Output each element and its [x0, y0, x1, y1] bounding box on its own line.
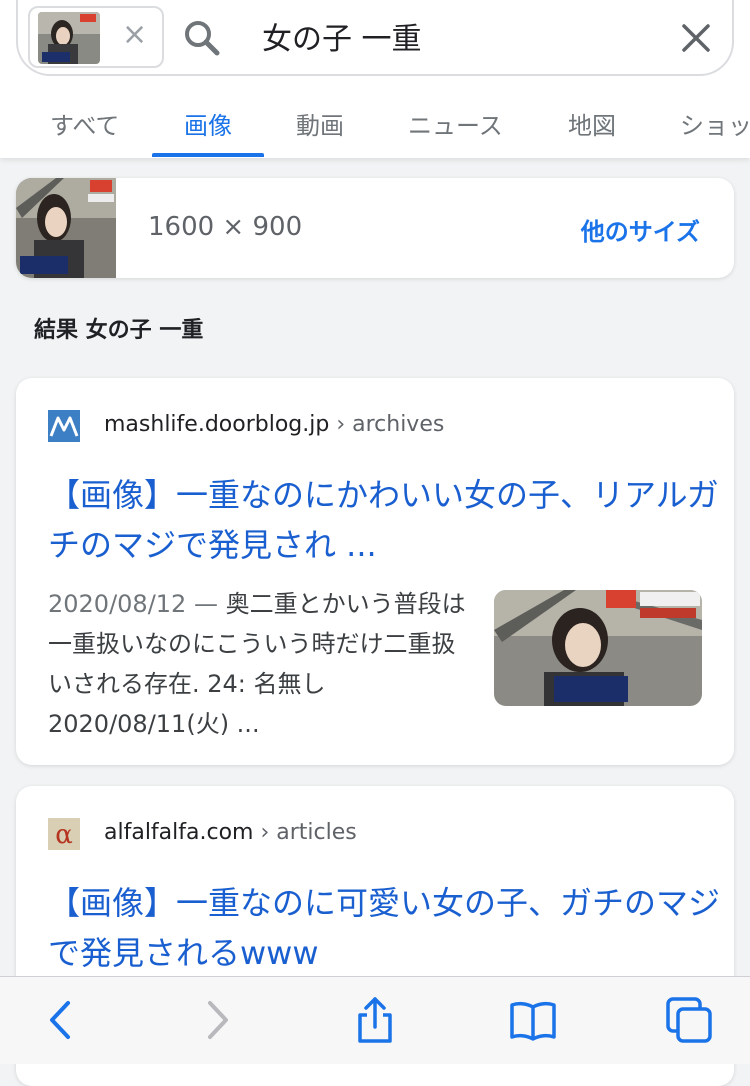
tab-all[interactable]: すべて [50, 106, 119, 141]
tab-videos[interactable]: 動画 [296, 106, 344, 141]
search-tabs: すべて 画像 動画 ニュース 地図 ショッ [0, 96, 750, 158]
result-date: 2020/08/12 [48, 590, 187, 618]
result-title-link[interactable]: 【画像】一重なのにかわいい女の子、リアルガチのマジで発見され ... [48, 470, 720, 570]
favicon-letter: α [55, 820, 73, 850]
result-thumbnail-art [494, 590, 702, 706]
clear-search-icon[interactable] [678, 20, 714, 56]
result-title-link[interactable]: 【画像】一重なのに可愛い女の子、ガチのマジで発見されるwww [48, 878, 720, 978]
source-image-art [16, 178, 116, 278]
result-domain: mashlife.doorblog.jp [104, 412, 330, 437]
forward-icon[interactable] [192, 995, 242, 1045]
remove-image-icon[interactable]: × [122, 20, 147, 50]
image-dimensions: 1600 × 900 [148, 212, 303, 242]
image-query-chip[interactable]: × [28, 6, 164, 68]
result-card[interactable]: mashlife.doorblog.jp › archives 【画像】一重なの… [16, 378, 734, 765]
active-tab-indicator [152, 153, 264, 157]
result-site[interactable]: alfalfalfa.com › articles [104, 820, 357, 845]
snippet-separator: — [186, 590, 226, 618]
result-domain: alfalfalfa.com [104, 820, 254, 845]
mashlife-favicon-icon [48, 410, 80, 442]
browser-toolbar [0, 976, 750, 1064]
query-image-art [38, 12, 100, 64]
tab-maps[interactable]: 地図 [568, 106, 616, 141]
image-size-card: 1600 × 900 他のサイズ [16, 178, 734, 278]
search-query-input[interactable]: 女の子 一重 [262, 14, 422, 58]
tab-images[interactable]: 画像 [184, 106, 232, 141]
result-snippet: 2020/08/12 — 奥二重とかいう普段は一重扱いなのにこういう時だけ二重扱… [48, 584, 468, 744]
more-sizes-link[interactable]: 他のサイズ [581, 212, 700, 247]
results-heading: 結果 女の子 一重 [34, 318, 204, 343]
back-icon[interactable] [36, 995, 86, 1045]
search-icon[interactable] [182, 18, 222, 58]
share-icon[interactable] [350, 995, 400, 1045]
search-box[interactable]: × 女の子 一重 [16, 0, 734, 76]
query-image-thumbnail [38, 12, 100, 64]
result-thumbnail[interactable] [494, 590, 702, 706]
tab-news[interactable]: ニュース [408, 106, 503, 141]
search-header: × 女の子 一重 すべて 画像 動画 ニュース 地図 ショッ [0, 0, 750, 158]
tab-shopping[interactable]: ショッ [680, 106, 750, 141]
source-image-thumbnail[interactable] [16, 178, 116, 278]
alfalfalfa-favicon-icon: α [48, 818, 80, 850]
result-site[interactable]: mashlife.doorblog.jp › archives [104, 412, 444, 437]
bookmarks-icon[interactable] [508, 995, 558, 1045]
tabs-icon[interactable] [664, 995, 714, 1045]
result-path: › archives [329, 412, 445, 437]
result-path: › articles [253, 820, 357, 845]
